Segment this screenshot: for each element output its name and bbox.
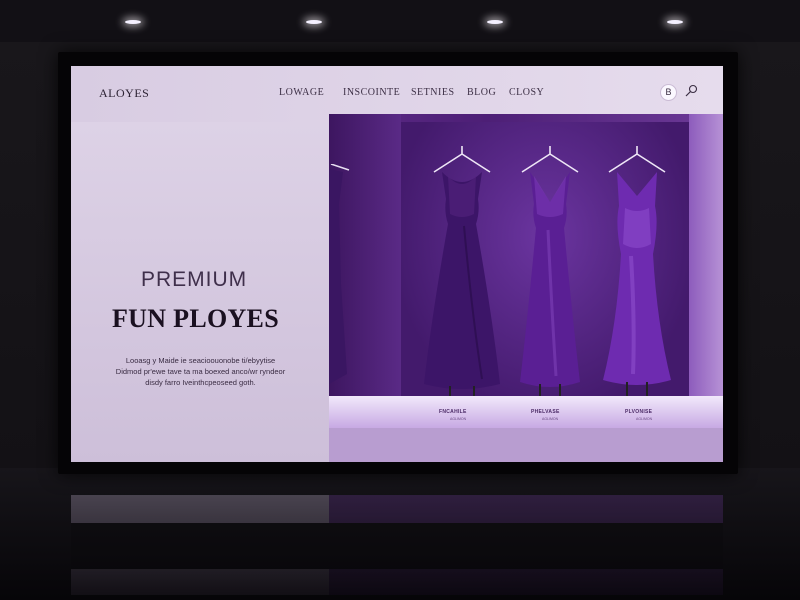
ceiling-light — [306, 20, 322, 24]
dress-label-2: PHELVASE — [531, 409, 560, 415]
hero-panel: PREMIUM FUN PLOYES Looasg y Maide ie sea… — [71, 122, 329, 462]
ceiling-light — [125, 20, 141, 24]
website-screen: PREMIUM FUN PLOYES Looasg y Maide ie sea… — [71, 66, 723, 462]
display-plinth — [329, 396, 723, 428]
dress-sublabel-2: AGLIMON — [542, 417, 559, 421]
dress-center[interactable] — [500, 144, 600, 414]
search-icon[interactable] — [683, 83, 699, 99]
reflection-band — [71, 523, 723, 569]
showcase-base — [329, 428, 723, 462]
hero-title: FUN PLOYES — [112, 304, 279, 333]
dress-right[interactable] — [587, 144, 687, 414]
hero-subtitle: PREMIUM — [141, 268, 248, 291]
ceiling — [0, 0, 800, 42]
showcase-right-wall — [689, 114, 723, 428]
account-button[interactable]: B — [660, 84, 677, 101]
partial-dress — [329, 164, 350, 384]
dress-sublabel-3: AGLIMON — [636, 417, 653, 421]
ceiling-light — [667, 20, 683, 24]
dress-label-3: PLVONISE — [625, 409, 653, 415]
nav-item-setnies[interactable]: SETNIES — [411, 87, 455, 98]
floor-reflection — [71, 495, 723, 595]
dress-label-1: FNCAHILE — [439, 409, 467, 415]
dress-sublabel-1: AGLIMON — [450, 417, 467, 421]
hero-description: Looasg y Maide ie seacioouonobe ti/ebyyt… — [115, 356, 286, 387]
nav-item-inscointe[interactable]: INSCOINTE — [343, 87, 400, 98]
brand-logo[interactable]: ALOYES — [99, 86, 149, 101]
dress-left[interactable] — [412, 144, 512, 414]
dress-showcase: FNCAHILE AGLIMON PHELVASE AGLIMON PLVONI… — [329, 114, 723, 428]
nav-item-blog[interactable]: BLOG — [467, 87, 496, 98]
nav-item-closy[interactable]: CLOSY — [509, 87, 544, 98]
nav-item-lowage[interactable]: LOWAGE — [279, 87, 324, 98]
ceiling-light — [487, 20, 503, 24]
